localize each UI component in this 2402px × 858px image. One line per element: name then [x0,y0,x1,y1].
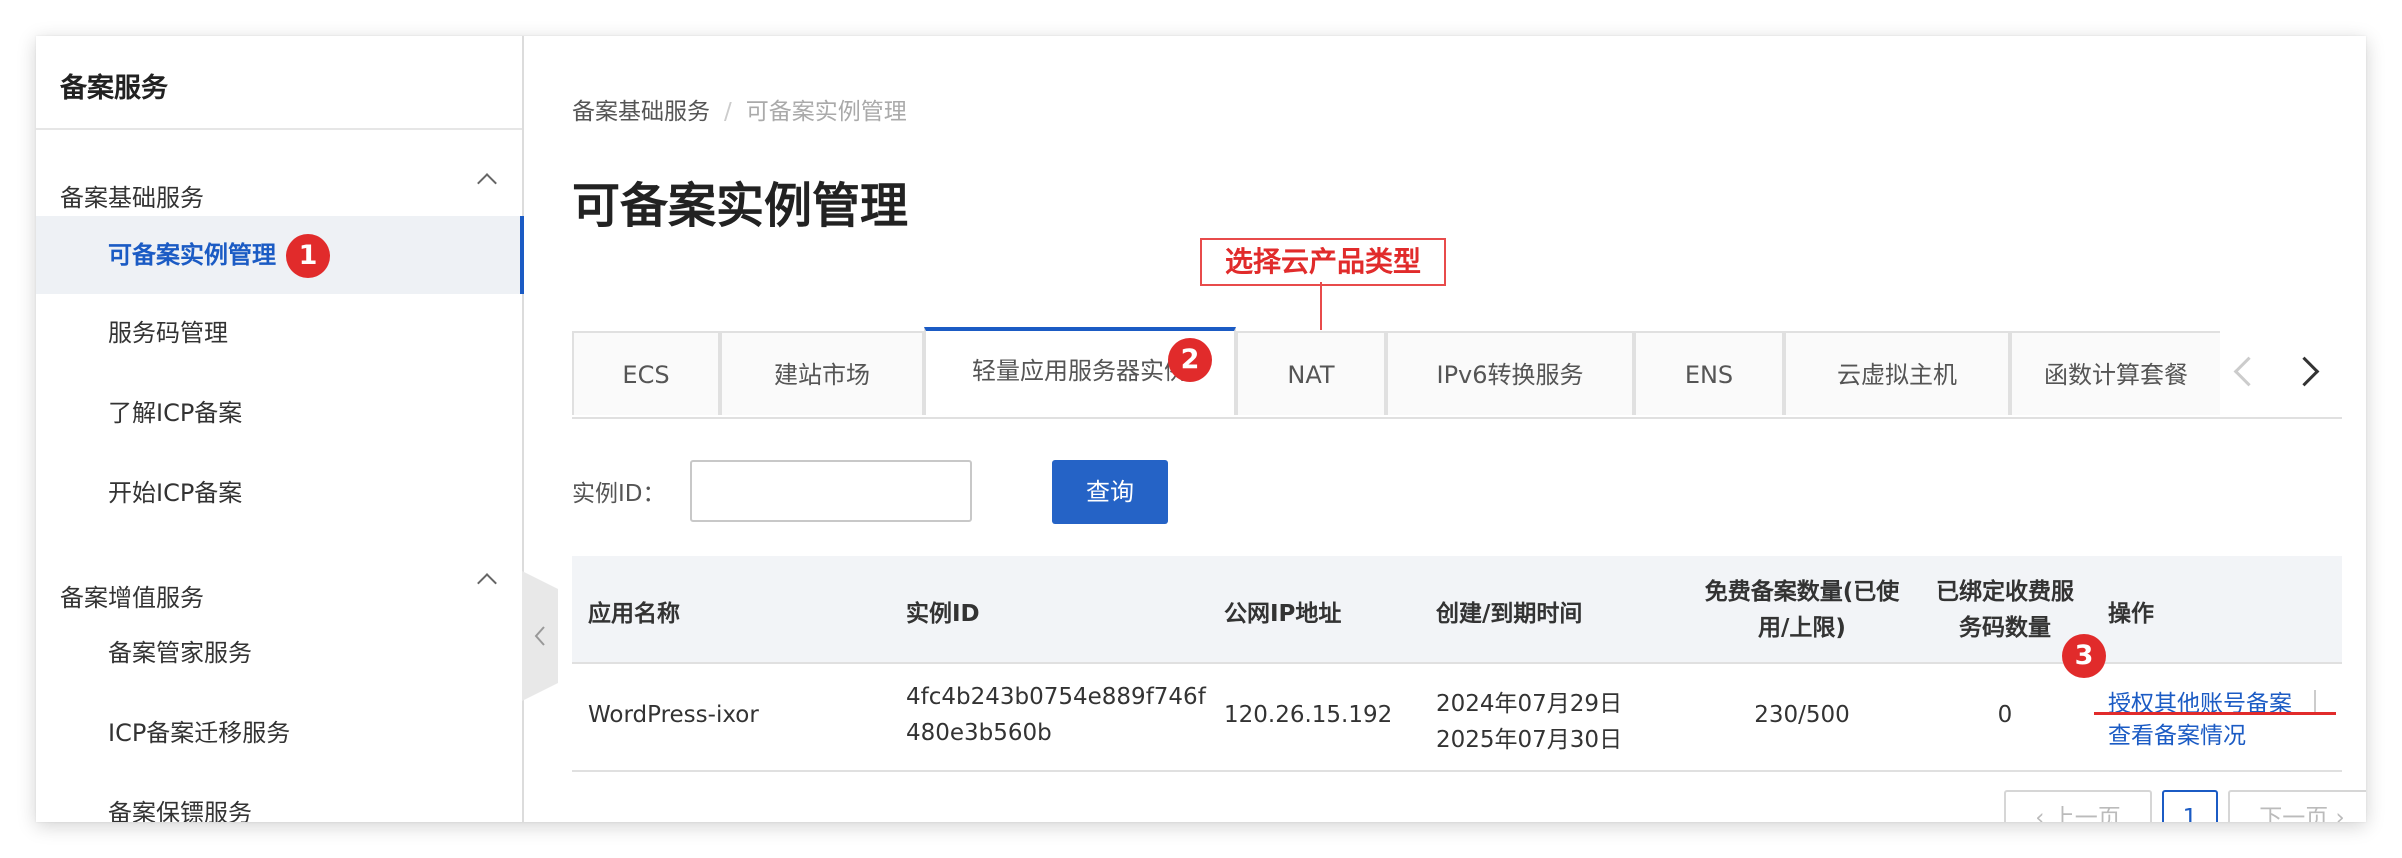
app-window: 备案服务 备案基础服务 可备案实例管理 1 服务码管理 了解ICP备案 开始IC… [36,36,2366,822]
sidebar-item-label: 可备案实例管理 [108,241,276,269]
pagination-page-1[interactable]: 1 [2162,790,2218,822]
sidebar-item-about-icp[interactable]: 了解ICP备案 [36,374,522,452]
search-label: 实例ID： [572,481,666,507]
main-content: 备案基础服务 / 可备案实例管理 可备案实例管理 选择云产品类型 ECS 建站市场 … [524,36,2366,822]
column-header-bound-codes: 已绑定收费服务码数量 [1936,579,2074,641]
column-header-ip: 公网IP地址 [1224,601,1342,627]
tab-ipv6[interactable]: IPv6转换服务 [1386,331,1634,415]
sidebar-item-migration[interactable]: ICP备案迁移服务 [36,694,522,772]
sidebar: 备案服务 备案基础服务 可备案实例管理 1 服务码管理 了解ICP备案 开始IC… [36,36,524,822]
column-header-free-quota: 免费备案数量(已使用/上限) [1704,579,1900,641]
breadcrumb: 备案基础服务 / 可备案实例管理 [572,92,907,126]
action-separator [2314,690,2316,712]
sidebar-item-steward[interactable]: 备案管家服务 [36,614,522,692]
annotation-underline [2094,712,2336,715]
chevron-left-icon[interactable] [2233,356,2264,387]
chevron-up-icon[interactable] [477,173,497,193]
sidebar-group-value-added[interactable]: 备案增值服务 [60,578,204,613]
sidebar-item-label: 备案管家服务 [108,639,252,667]
chevron-up-icon[interactable] [477,573,497,593]
chevron-left-icon: ‹ [2035,805,2052,822]
pagination-next[interactable]: 下一页 › [2228,790,2366,822]
sidebar-title: 备案服务 [60,73,168,104]
step-marker-1: 1 [286,234,330,278]
column-header-instance-id: 实例ID [906,601,980,627]
sidebar-item-label: 开始ICP备案 [108,479,243,507]
chevron-right-icon[interactable] [2289,356,2320,387]
sidebar-item-start-icp[interactable]: 开始ICP备案 [36,454,522,532]
view-filing-status-link[interactable]: 查看备案情况 [2108,716,2246,750]
cell-free-quota: 230/500 [1754,702,1850,728]
pagination-prev[interactable]: ‹ 上一页 [2004,790,2152,822]
cell-app-name: WordPress-ixor [588,702,759,728]
annotation-line [1320,282,1322,330]
tab-site-market[interactable]: 建站市场 [720,331,924,415]
sidebar-group-basic[interactable]: 备案基础服务 [60,178,204,213]
sidebar-item-label: 了解ICP备案 [108,399,243,427]
table-row: WordPress-ixor 4fc4b243b0754e889f746f 48… [572,662,2342,772]
cell-bound-codes: 0 [1997,702,2013,728]
column-header-actions: 操作 [2108,601,2154,627]
sidebar-divider [36,128,522,130]
breadcrumb-separator: / [724,99,732,125]
query-button[interactable]: 查询 [1052,460,1168,524]
breadcrumb-parent[interactable]: 备案基础服务 [572,99,710,125]
sidebar-item-label: 备案保镖服务 [108,799,252,822]
tab-function-compute[interactable]: 函数计算套餐 [2010,331,2220,415]
cell-instance-id-line1: 4fc4b243b0754e889f746f [906,684,1206,710]
page-title: 可备案实例管理 [572,178,909,234]
tab-virtual-host[interactable]: 云虚拟主机 [1784,331,2010,415]
tab-nat[interactable]: NAT [1236,331,1386,415]
cell-created: 2024年07月29日 [1436,691,1623,717]
cell-instance-id-line2: 480e3b560b [906,720,1052,746]
sidebar-item-service-code[interactable]: 服务码管理 [36,294,522,372]
annotation-callout: 选择云产品类型 [1200,238,1446,286]
pagination-next-label: 下一页 [2259,805,2329,822]
breadcrumb-current: 可备案实例管理 [745,99,907,125]
sidebar-item-instance-management[interactable]: 可备案实例管理 [36,216,524,294]
cell-expires: 2025年07月30日 [1436,727,1623,753]
product-tabs: ECS 建站市场 轻量应用服务器实例 NAT IPv6转换服务 ENS 云虚拟主… [572,327,2342,419]
sidebar-item-label: ICP备案迁移服务 [108,719,291,747]
tab-ecs[interactable]: ECS [572,331,720,415]
step-marker-2: 2 [1168,338,1212,382]
cell-ip: 120.26.15.192 [1224,702,1393,728]
column-header-time: 创建/到期时间 [1436,601,1583,627]
sidebar-item-label: 服务码管理 [108,319,228,347]
step-marker-3: 3 [2062,634,2106,678]
instance-id-input[interactable] [690,460,972,522]
tab-ens[interactable]: ENS [1634,331,1784,415]
chevron-right-icon: › [2328,805,2345,822]
column-header-name: 应用名称 [588,601,680,627]
sidebar-item-bodyguard[interactable]: 备案保镖服务 [36,774,522,822]
pagination-prev-label: 上一页 [2051,805,2121,822]
